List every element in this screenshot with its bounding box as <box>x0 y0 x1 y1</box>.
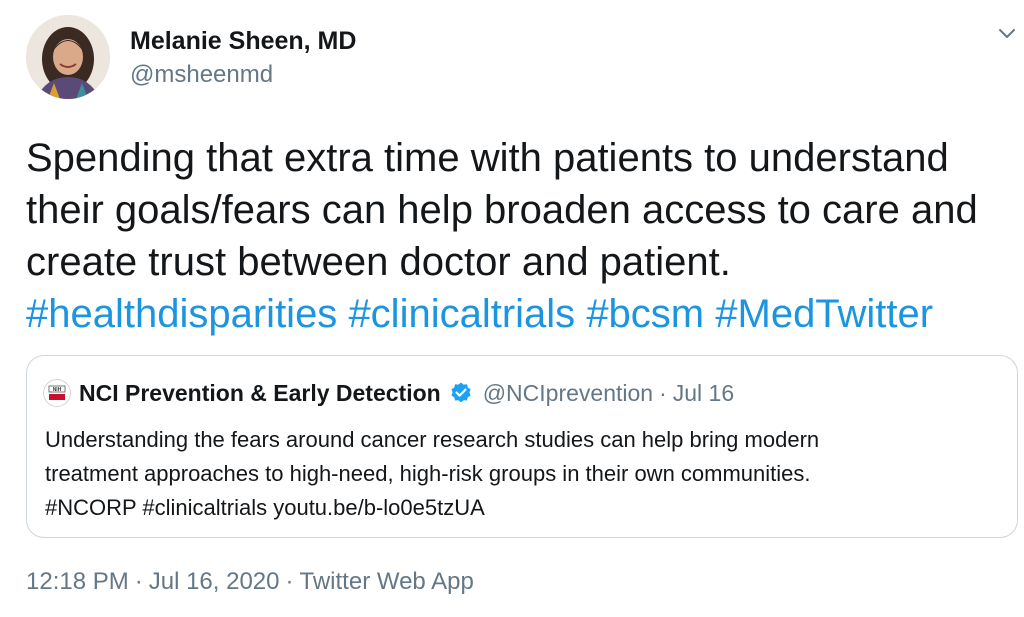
tweet-metadata: 12:18 PM · Jul 16, 2020 · Twitter Web App <box>26 568 474 596</box>
hashtag-link[interactable]: #bcsm <box>586 292 704 336</box>
quoted-author-handle[interactable]: @NCIprevention <box>483 380 653 407</box>
quoted-tweet-text: Understanding the fears around cancer re… <box>45 423 1005 525</box>
tweet-card: Melanie Sheen, MD @msheenmd Spending tha… <box>0 0 1024 617</box>
tweet-text-line: their goals/fears can help broaden acces… <box>26 188 978 232</box>
tweet-time[interactable]: 12:18 PM <box>26 568 129 595</box>
tweet-text-line: create trust between doctor and patient. <box>26 240 731 284</box>
tweet-text: Spending that extra time with patients t… <box>26 132 1006 340</box>
quoted-header-separator: · <box>659 379 667 406</box>
quoted-tweet-header: NIH NCI Prevention & Early Detection @NC… <box>43 378 734 408</box>
quoted-text-line: treatment approaches to high-need, high-… <box>45 461 811 486</box>
verified-badge-icon <box>451 382 471 403</box>
quoted-tweet-date[interactable]: Jul 16 <box>673 380 734 407</box>
author-display-name[interactable]: Melanie Sheen, MD <box>130 26 356 56</box>
hashtag-link[interactable]: #clinicaltrials <box>348 292 575 336</box>
tweet-hashtags: #healthdisparities #clinicaltrials #bcsm… <box>26 288 1006 340</box>
author-avatar-image <box>26 15 110 99</box>
quoted-text-line: Understanding the fears around cancer re… <box>45 427 820 452</box>
quoted-tweet[interactable]: NIH NCI Prevention & Early Detection @NC… <box>26 355 1018 538</box>
quoted-author-avatar[interactable]: NIH <box>43 379 71 407</box>
meta-separator: · <box>134 568 143 595</box>
more-options-button[interactable] <box>996 22 1018 44</box>
nci-logo-icon: NIH <box>43 379 71 407</box>
author-info: Melanie Sheen, MD @msheenmd <box>130 26 356 90</box>
chevron-down-icon <box>999 29 1015 38</box>
tweet-text-line: Spending that extra time with patients t… <box>26 136 949 180</box>
author-handle[interactable]: @msheenmd <box>130 60 356 90</box>
tweet-date[interactable]: Jul 16, 2020 <box>149 568 280 595</box>
hashtag-link[interactable]: #healthdisparities <box>26 292 337 336</box>
svg-text:NIH: NIH <box>53 387 62 393</box>
quoted-author-display-name[interactable]: NCI Prevention & Early Detection <box>79 380 441 407</box>
tweet-source[interactable]: Twitter Web App <box>300 568 474 595</box>
meta-separator: · <box>285 568 294 595</box>
author-avatar[interactable] <box>26 15 110 99</box>
quoted-text-line: #NCORP #clinicaltrials youtu.be/b-lo0e5t… <box>45 495 485 520</box>
hashtag-link[interactable]: #MedTwitter <box>715 292 933 336</box>
